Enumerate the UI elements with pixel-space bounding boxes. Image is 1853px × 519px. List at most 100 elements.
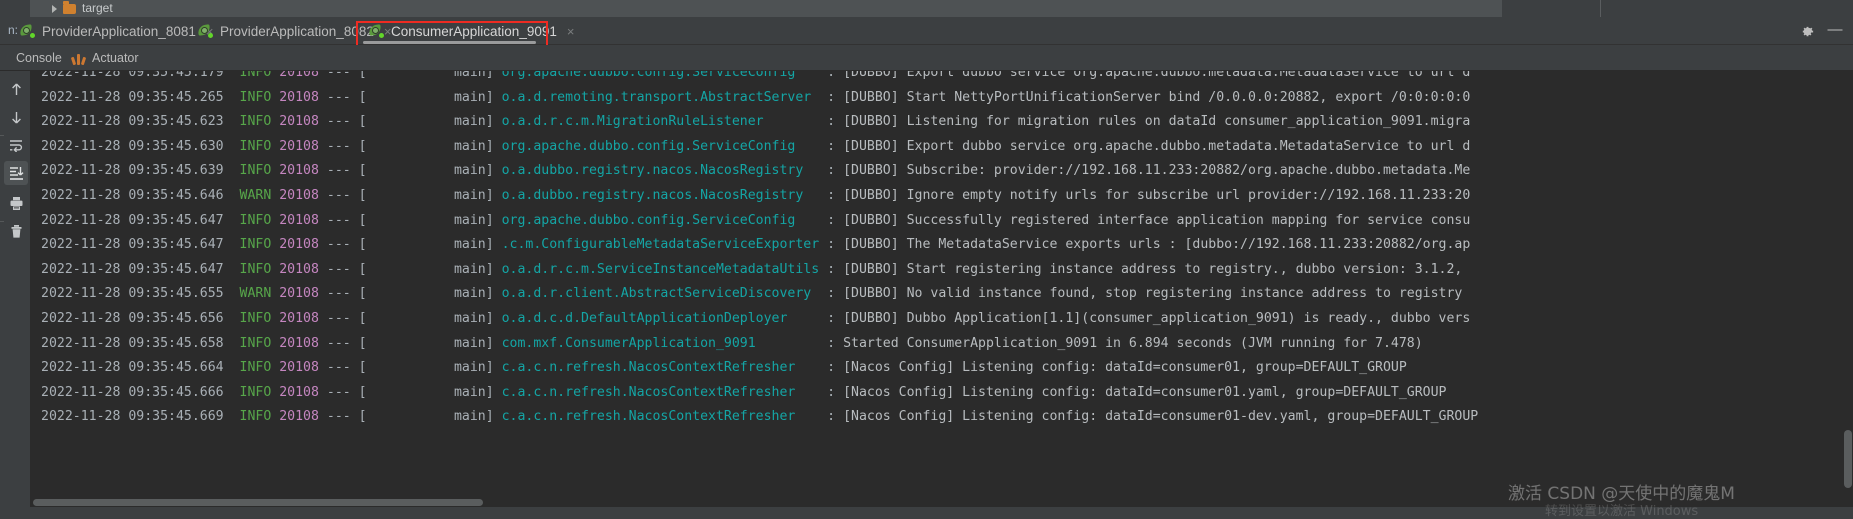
scroll-to-end-icon[interactable] [4, 161, 28, 185]
log-pid: 20108 [279, 360, 319, 375]
console-log-line: 2022-11-28 09:35:45.265 INFO 20108 --- [… [31, 86, 1853, 111]
log-thread: [ main] [359, 90, 494, 105]
minimize-icon[interactable]: — [1827, 24, 1843, 39]
log-colon: : [827, 311, 835, 326]
log-timestamp: 2022-11-28 09:35:45.666 [41, 385, 224, 400]
log-thread: [ main] [359, 163, 494, 178]
log-timestamp: 2022-11-28 09:35:45.669 [41, 409, 224, 424]
log-thread: [ main] [359, 336, 494, 351]
console-log-line: 2022-11-28 09:35:45.669 INFO 20108 --- [… [31, 405, 1853, 430]
log-logger: org.apache.dubbo.config.ServiceConfig [502, 71, 820, 80]
folder-icon [63, 4, 76, 14]
log-timestamp: 2022-11-28 09:35:45.179 [41, 71, 224, 80]
log-logger: o.a.d.r.c.m.MigrationRuleListener [502, 114, 820, 129]
vertical-scrollbar-track[interactable] [1843, 71, 1853, 491]
project-tree-strip: target [0, 0, 1853, 17]
log-separator: --- [327, 71, 351, 80]
log-separator: --- [327, 385, 351, 400]
strip-divider [1600, 0, 1601, 17]
log-logger: o.a.d.c.d.DefaultApplicationDeployer [502, 311, 820, 326]
vertical-scrollbar-thumb[interactable] [1844, 430, 1852, 488]
project-tree-row-target[interactable]: target [30, 0, 1502, 17]
log-logger: c.a.c.n.refresh.NacosContextRefresher [502, 409, 820, 424]
log-colon: : [827, 409, 835, 424]
console-log-line: 2022-11-28 09:35:45.655 WARN 20108 --- [… [31, 282, 1853, 307]
log-separator: --- [327, 336, 351, 351]
log-thread: [ main] [359, 71, 494, 80]
clear-all-icon[interactable] [4, 219, 28, 243]
log-colon: : [827, 286, 835, 301]
print-icon[interactable] [4, 191, 28, 215]
scroll-down-icon[interactable] [4, 105, 28, 129]
console-toolbar [0, 71, 31, 507]
log-colon: : [827, 90, 835, 105]
console-line-list: 2022-11-28 09:35:45.179 INFO 20108 --- [… [31, 71, 1853, 430]
log-pid: 20108 [279, 311, 319, 326]
log-level: INFO [240, 360, 272, 375]
log-level: WARN [240, 286, 272, 301]
log-logger: .c.m.ConfigurableMetadataServiceExporter [502, 237, 820, 252]
soft-wrap-icon[interactable] [4, 133, 28, 157]
log-logger: c.a.c.n.refresh.NacosContextRefresher [502, 385, 820, 400]
run-tab-provider-8081[interactable]: ProviderApplication_8081 × [14, 17, 219, 45]
log-pid: 20108 [279, 409, 319, 424]
log-separator: --- [327, 311, 351, 326]
spring-run-icon [198, 24, 213, 38]
log-separator: --- [327, 237, 351, 252]
log-colon: : [827, 237, 835, 252]
log-message: [DUBBO] Start NettyPortUnificationServer… [843, 90, 1470, 105]
log-colon: : [827, 336, 835, 351]
log-timestamp: 2022-11-28 09:35:45.656 [41, 311, 224, 326]
console-log-line: 2022-11-28 09:35:45.656 INFO 20108 --- [… [31, 307, 1853, 332]
log-thread: [ main] [359, 286, 494, 301]
close-icon[interactable]: × [567, 25, 575, 38]
log-level: INFO [240, 139, 272, 154]
log-thread: [ main] [359, 262, 494, 277]
spring-run-icon [369, 24, 384, 38]
log-message: [DUBBO] Export dubbo service org.apache.… [843, 71, 1470, 80]
log-timestamp: 2022-11-28 09:35:45.647 [41, 237, 224, 252]
console-log-line: 2022-11-28 09:35:45.639 INFO 20108 --- [… [31, 159, 1853, 184]
log-separator: --- [327, 139, 351, 154]
log-message: [DUBBO] Export dubbo service org.apache.… [843, 139, 1470, 154]
chevron-right-icon[interactable] [52, 5, 57, 13]
log-pid: 20108 [279, 114, 319, 129]
log-logger: o.a.dubbo.registry.nacos.NacosRegistry [502, 188, 820, 203]
horizontal-scrollbar-thumb[interactable] [33, 499, 483, 506]
console-log-line: 2022-11-28 09:35:45.658 INFO 20108 --- [… [31, 332, 1853, 357]
log-pid: 20108 [279, 213, 319, 228]
console-log-line: 2022-11-28 09:35:45.623 INFO 20108 --- [… [31, 110, 1853, 135]
console-log-line: 2022-11-28 09:35:45.664 INFO 20108 --- [… [31, 356, 1853, 381]
log-level: INFO [240, 213, 272, 228]
console-log-line: 2022-11-28 09:35:45.630 INFO 20108 --- [… [31, 135, 1853, 160]
log-timestamp: 2022-11-28 09:35:45.630 [41, 139, 224, 154]
log-thread: [ main] [359, 188, 494, 203]
log-thread: [ main] [359, 237, 494, 252]
spring-run-icon [20, 24, 35, 38]
log-level: INFO [240, 385, 272, 400]
log-separator: --- [327, 409, 351, 424]
log-level: INFO [240, 311, 272, 326]
console-log-line: 2022-11-28 09:35:45.647 INFO 20108 --- [… [31, 233, 1853, 258]
console-output[interactable]: 2022-11-28 09:35:45.179 INFO 20108 --- [… [31, 71, 1853, 507]
tab-actuator-label: Actuator [92, 51, 139, 65]
log-logger: org.apache.dubbo.config.ServiceConfig [502, 139, 820, 154]
log-colon: : [827, 262, 835, 277]
log-colon: : [827, 385, 835, 400]
project-tree-label: target [82, 0, 113, 17]
tab-console[interactable]: Console [16, 45, 62, 71]
log-message: [DUBBO] Subscribe: provider://192.168.11… [843, 163, 1470, 178]
log-colon: : [827, 188, 835, 203]
log-logger: o.a.d.r.c.m.ServiceInstanceMetadataUtils [502, 262, 820, 277]
log-thread: [ main] [359, 311, 494, 326]
log-pid: 20108 [279, 139, 319, 154]
console-log-line: 2022-11-28 09:35:45.179 INFO 20108 --- [… [31, 71, 1853, 86]
console-log-line: 2022-11-28 09:35:45.666 INFO 20108 --- [… [31, 381, 1853, 406]
gear-icon[interactable] [1800, 24, 1815, 39]
log-logger: o.a.d.remoting.transport.AbstractServer [502, 90, 820, 105]
log-message: [Nacos Config] Listening config: dataId=… [843, 360, 1407, 375]
scroll-up-icon[interactable] [4, 77, 28, 101]
log-timestamp: 2022-11-28 09:35:45.664 [41, 360, 224, 375]
tab-actuator[interactable]: Actuator [72, 45, 139, 71]
log-level: INFO [240, 71, 272, 80]
